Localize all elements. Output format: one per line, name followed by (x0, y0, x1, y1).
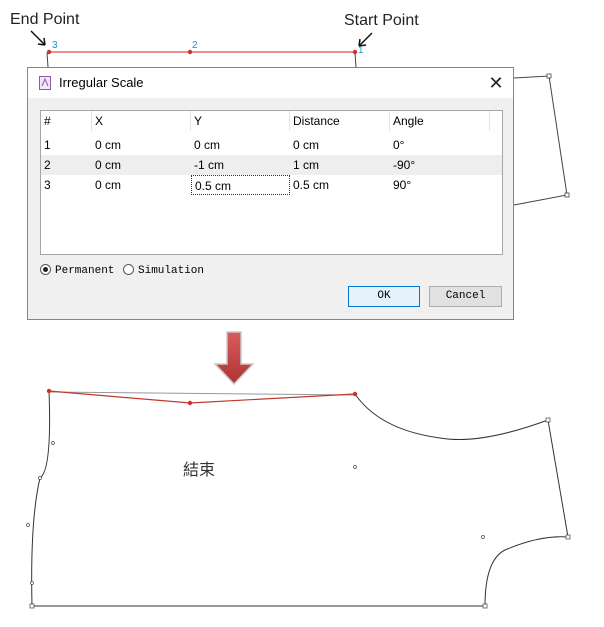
table-cell[interactable]: 0 cm (92, 175, 191, 195)
ok-button[interactable]: OK (348, 286, 420, 307)
dialog-title: Irregular Scale (59, 75, 144, 90)
cancel-button[interactable]: Cancel (429, 286, 502, 307)
pattern-outline (31, 390, 569, 607)
irregular-scale-dialog: Irregular Scale ✕ # X Y Distance Angle 1… (27, 67, 514, 320)
table-header: # X Y Distance Angle (41, 111, 502, 131)
table-cell[interactable]: 0 cm (290, 135, 390, 155)
table-cell[interactable]: -1 cm (191, 155, 290, 175)
pattern-sleeve-outline (513, 75, 568, 206)
simulation-option[interactable]: Simulation (123, 264, 204, 277)
table-cell[interactable]: 0 cm (191, 135, 290, 155)
start-point-label: Start Point (344, 12, 419, 29)
pattern-point (353, 465, 357, 469)
table-cell[interactable]: 1 (41, 135, 92, 155)
pattern-corner (565, 534, 571, 540)
table-cell[interactable]: 0.5 cm (290, 175, 390, 195)
close-button[interactable]: ✕ (485, 72, 507, 94)
result-pattern (26, 388, 571, 609)
radio-selected-icon[interactable] (40, 264, 51, 275)
table-cell[interactable]: 2 (41, 155, 92, 175)
table-cell[interactable]: 0° (390, 135, 490, 155)
edge-point (187, 400, 193, 406)
end-point-arrow (30, 30, 46, 46)
column-header[interactable]: # (41, 111, 92, 131)
edge-point (46, 388, 52, 394)
edge-point (352, 391, 358, 397)
point-number-2: 2 (192, 40, 198, 51)
table-cell[interactable]: 0 cm (92, 155, 191, 175)
end-point-label: End Point (10, 11, 80, 28)
point-marker-3 (46, 49, 52, 55)
point-marker-1 (352, 49, 358, 55)
pattern-point (51, 441, 55, 445)
pattern-corner (545, 417, 551, 423)
pattern-left-edge-top (46, 52, 49, 68)
table-row[interactable]: 3 0 cm 0.5 cm 0.5 cm 90° (41, 175, 502, 195)
column-header[interactable]: X (92, 111, 191, 131)
table-cell[interactable]: -90° (390, 155, 490, 175)
sleeve-point (564, 192, 570, 198)
points-table: # X Y Distance Angle 1 0 cm 0 cm 0 cm 0°… (40, 110, 503, 255)
close-icon: ✕ (488, 73, 504, 93)
table-cell[interactable]: 3 (41, 175, 92, 195)
table-row[interactable]: 1 0 cm 0 cm 0 cm 0° (41, 135, 502, 155)
simulation-label: Simulation (138, 265, 205, 277)
column-header[interactable]: Distance (290, 111, 390, 131)
table-cell-editing[interactable]: 0.5 cm (191, 175, 290, 195)
pattern-corner (482, 603, 488, 609)
pattern-right-edge-top (354, 52, 357, 68)
table-row[interactable]: 2 0 cm -1 cm 1 cm -90° (41, 155, 502, 175)
table-cell[interactable]: 90° (390, 175, 490, 195)
point-number-3: 3 (52, 40, 58, 51)
point-number-1: 1 (358, 45, 364, 56)
table-cell[interactable]: 1 cm (290, 155, 390, 175)
down-arrow (213, 331, 255, 386)
sleeve-point (546, 73, 552, 79)
result-text: 結束 (183, 460, 216, 479)
pattern-point (481, 535, 485, 539)
dialog-titlebar[interactable]: Irregular Scale ✕ (28, 68, 513, 98)
pattern-corner (29, 603, 35, 609)
radio-unselected-icon[interactable] (123, 264, 134, 275)
table-cell[interactable]: 0 cm (92, 135, 191, 155)
pattern-point (26, 523, 30, 527)
app-icon (39, 76, 51, 90)
column-header[interactable]: Angle (390, 111, 490, 131)
pattern-point (38, 476, 42, 480)
permanent-label: Permanent (55, 265, 115, 277)
column-header[interactable]: Y (191, 111, 290, 131)
permanent-option[interactable]: Permanent (40, 264, 114, 277)
pattern-point (30, 581, 34, 585)
